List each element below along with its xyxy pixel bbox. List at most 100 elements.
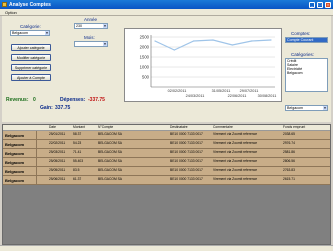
- table-cell: Virement via Zoomit reference: [213, 131, 258, 136]
- table-row[interactable]: Belgacom 25/01/2011 58.37 BELGACOM SA BE10 0…: [3, 131, 330, 140]
- table-row[interactable]: Belgacom 25/06/2011 61.37 BELGACOM SA BE10 0…: [3, 176, 330, 185]
- modifier-categorie-button[interactable]: Modifier catégorie: [11, 54, 51, 61]
- table-cell: 71.41: [73, 149, 82, 154]
- minimize-button[interactable]: _: [309, 1, 315, 8]
- x-tick-label: 30/08/2011: [258, 94, 277, 98]
- data-point: [193, 40, 195, 42]
- line-chart: 2500 2000 1500 1000 500 02/02/2011 24/03/2011 3…: [124, 28, 282, 102]
- table-cell: BE10 0000 7133 0017: [170, 140, 203, 145]
- x-tick-label: 29/07/2011: [240, 89, 259, 93]
- table-row[interactable]: Belgacom 25/03/2011 71.41 BELGACOM SA BE10 0…: [3, 149, 330, 158]
- row-category: Belgacom: [3, 176, 37, 184]
- data-point: [231, 44, 233, 46]
- menu-bar: Option: [0, 9, 333, 16]
- list-item[interactable]: Belgacom: [286, 71, 327, 75]
- categories-list[interactable]: Crédit Salaire Electricité Belgacom: [285, 58, 328, 92]
- table-cell: 55.403: [73, 158, 84, 163]
- row-category: Belgacom: [3, 131, 37, 139]
- table-cell: BELGACOM SA: [98, 176, 123, 181]
- depenses-label: Dépenses:: [60, 97, 86, 103]
- table-cell: BELGACOM SA: [98, 140, 123, 145]
- data-point: [270, 39, 272, 41]
- table-cell: Virement via Zoomit reference: [213, 158, 258, 163]
- categories-label: Catégories:: [291, 52, 315, 57]
- table-row[interactable]: Belgacom 22/02/2011 54.23 BELGACOM SA BE10 0…: [3, 140, 330, 149]
- window-title: Analyse Comptes: [9, 1, 51, 8]
- table-cell: BE10 0000 7133 0017: [170, 176, 203, 181]
- mois-select[interactable]: ▼: [74, 41, 108, 47]
- table-cell: BE10 0000 7133 0017: [170, 167, 203, 172]
- row-category: Belgacom: [3, 167, 37, 175]
- table-cell: 83.5: [73, 167, 80, 172]
- column-header[interactable]: Date: [49, 125, 56, 130]
- chevron-down-icon: ▼: [103, 42, 107, 46]
- table-cell: BE10 0000 7133 0017: [170, 158, 203, 163]
- table-cell: 54.23: [73, 140, 82, 145]
- comptes-select[interactable]: Compte Courant: [285, 37, 328, 43]
- categorie-select[interactable]: Belgacom ▼: [10, 30, 50, 36]
- column-header[interactable]: Fonds emprunt: [283, 125, 305, 130]
- x-tick-label: 22/06/2011: [228, 94, 247, 98]
- comptes-label: Comptes:: [291, 31, 311, 36]
- categorie-label: Catégorie:: [20, 24, 41, 29]
- table-cell: 25/01/2011: [49, 131, 66, 136]
- table-cell: 2976.74: [283, 140, 295, 145]
- close-button[interactable]: ×: [325, 1, 331, 8]
- annee-label: Année: [84, 17, 98, 22]
- x-tick-label: 24/03/2011: [186, 94, 205, 98]
- chevron-down-icon: ▼: [45, 31, 49, 35]
- y-tick-label: 1000: [140, 65, 150, 70]
- table-cell: BE10 0000 7133 0017: [170, 149, 203, 154]
- supprimer-categorie-button[interactable]: Supprimer catégorie: [11, 64, 51, 71]
- table-cell: 25/05/2011: [49, 158, 66, 163]
- data-point: [212, 39, 214, 41]
- column-header[interactable]: Destinataire: [170, 125, 188, 130]
- table-cell: 2806.56: [283, 158, 295, 163]
- table-cell: 22/02/2011: [49, 140, 66, 145]
- table-cell: 2581.86: [283, 149, 295, 154]
- transactions-table[interactable]: Date Montant N°Compte Destinataire Comme…: [2, 124, 331, 245]
- table-cell: 58.37: [73, 131, 82, 136]
- depenses-value: -337.75: [88, 97, 105, 103]
- table-cell: BELGACOM SA: [98, 149, 123, 154]
- table-cell: 61.37: [73, 176, 82, 181]
- x-tick-label: 31/05/2011: [212, 89, 231, 93]
- row-category: Belgacom: [3, 140, 37, 148]
- gain-label: Gain:: [40, 105, 53, 111]
- menu-options[interactable]: Option: [5, 10, 17, 15]
- table-cell: Virement via Zoomit reference: [213, 167, 258, 172]
- column-header[interactable]: Montant: [73, 125, 85, 130]
- chevron-down-icon: ▼: [103, 24, 107, 28]
- y-tick-label: 2000: [140, 45, 150, 50]
- gain-value: 337.75: [55, 105, 71, 111]
- table-row[interactable]: Belgacom 25/05/2011 55.403 BELGACOM SA BE10 …: [3, 158, 330, 167]
- table-cell: Virement via Zoomit reference: [213, 176, 258, 181]
- table-cell: BELGACOM SA: [98, 131, 123, 136]
- chevron-down-icon: ▼: [323, 106, 327, 110]
- table-row[interactable]: Belgacom 25/05/2011 83.5 BELGACOM SA BE10 00…: [3, 167, 330, 176]
- series-line: [154, 39, 272, 51]
- mois-label: Mois:: [84, 35, 95, 40]
- table-cell: BELGACOM SA: [98, 167, 123, 172]
- data-point: [154, 40, 156, 42]
- y-tick-label: 500: [142, 75, 150, 80]
- column-header[interactable]: Commentaire: [213, 125, 233, 130]
- table-cell: BELGACOM SA: [98, 158, 123, 163]
- y-tick-label: 1500: [140, 55, 150, 60]
- maximize-button[interactable]: □: [317, 1, 323, 8]
- annee-select[interactable]: 230 ▼: [74, 23, 108, 29]
- table-cell: BE10 0000 7133 0017: [170, 131, 203, 136]
- revenus-value: 0: [33, 97, 36, 103]
- table-cell: Virement via Zoomit reference: [213, 149, 258, 154]
- bottom-category-select[interactable]: Belgacom ▼: [285, 105, 328, 111]
- row-category: Belgacom: [3, 149, 37, 157]
- data-point: [173, 49, 175, 51]
- table-cell: 25/03/2011: [49, 149, 66, 154]
- ajouter-compte-button[interactable]: Ajouter à Compte: [11, 74, 51, 81]
- ajouter-categorie-button[interactable]: Ajouter catégorie: [11, 44, 51, 51]
- column-header[interactable]: N°Compte: [98, 125, 113, 130]
- status-bar: [0, 245, 333, 251]
- title-bar: Analyse Comptes _ □ ×: [0, 0, 333, 9]
- y-tick-label: 2500: [140, 35, 150, 40]
- categorie-value: Belgacom: [12, 31, 28, 35]
